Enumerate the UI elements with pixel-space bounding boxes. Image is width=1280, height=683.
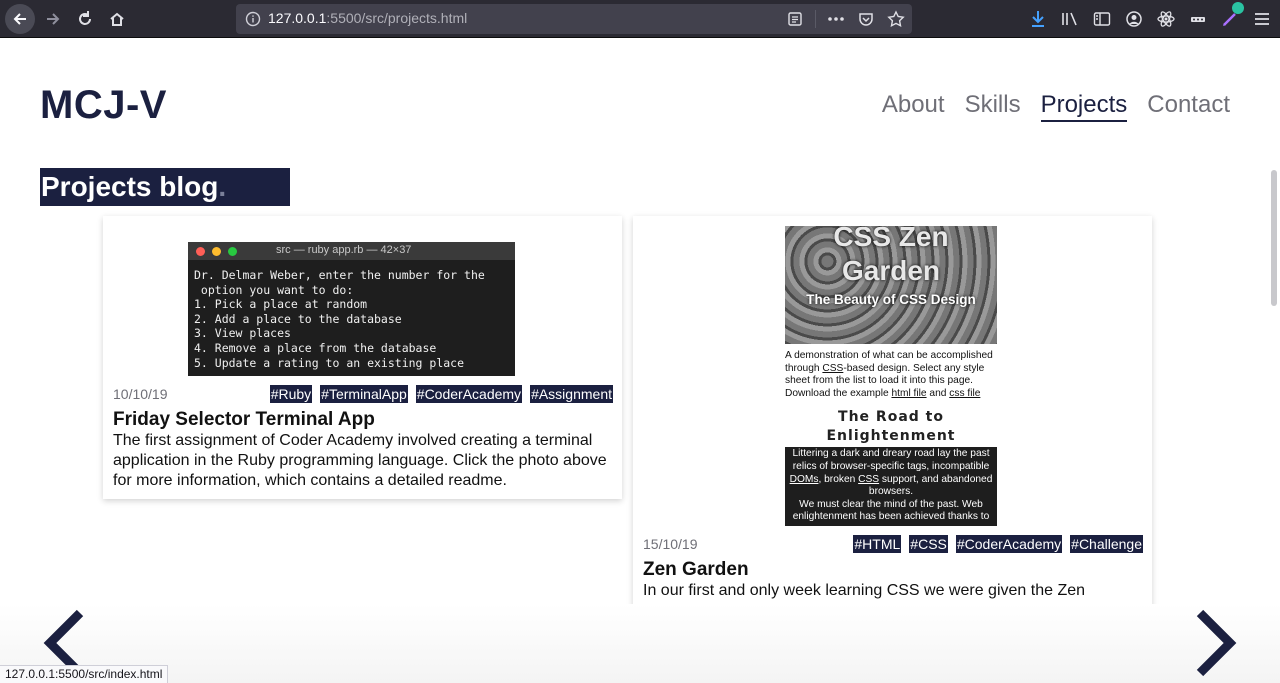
bookmark-star-icon[interactable] bbox=[886, 9, 906, 29]
terminal-output: Dr. Delmar Weber, enter the number for t… bbox=[194, 268, 485, 370]
update-badge-icon bbox=[1232, 2, 1244, 14]
post-date: 15/10/19 bbox=[643, 536, 698, 552]
page-viewport: MCJ-V About Skills Projects Contact Proj… bbox=[0, 39, 1280, 683]
post-image-terminal[interactable]: src — ruby app.rb — 42×37 Dr. Delmar Web… bbox=[188, 242, 515, 376]
post-meta: 10/10/19 #Ruby #TerminalApp #CoderAcadem… bbox=[113, 385, 613, 403]
hamburger-menu-icon[interactable] bbox=[1250, 5, 1274, 33]
zen-intro: A demonstration of what can be accomplis… bbox=[785, 350, 993, 399]
zen-dark-block: Littering a dark and dreary road lay the… bbox=[785, 447, 997, 526]
page-title-text: Projects blog bbox=[41, 171, 219, 202]
home-button[interactable] bbox=[103, 5, 131, 33]
page-title: Projects blog. bbox=[40, 168, 290, 206]
post-date: 10/10/19 bbox=[113, 386, 168, 402]
library-icon[interactable] bbox=[1058, 5, 1082, 33]
customize-icon[interactable] bbox=[1218, 2, 1244, 33]
carousel-controls-bar bbox=[0, 604, 1280, 683]
more-actions-icon[interactable] bbox=[826, 9, 846, 29]
post-tags: #Ruby #TerminalApp #CoderAcademy #Assign… bbox=[269, 385, 613, 403]
post-image-zen-garden[interactable]: CSS Zen Garden The Beauty of CSS Design … bbox=[785, 226, 997, 526]
site-logo[interactable]: MCJ-V bbox=[40, 83, 167, 128]
url-host: 127.0.0.1 bbox=[268, 10, 327, 26]
browser-toolbar: 127.0.0.1:5500/src/projects.html bbox=[0, 0, 1280, 38]
account-icon[interactable] bbox=[1122, 5, 1146, 33]
zoom-dot-icon bbox=[228, 247, 237, 256]
nav-projects[interactable]: Projects bbox=[1040, 91, 1128, 122]
post-title[interactable]: Friday Selector Terminal App bbox=[113, 409, 375, 431]
post-text: The first assignment of Coder Academy in… bbox=[113, 432, 607, 489]
tag[interactable]: #TerminalApp bbox=[320, 385, 408, 403]
terminal-title: src — ruby app.rb — 42×37 bbox=[276, 244, 412, 256]
zen-heading: CSS Zen Garden bbox=[833, 226, 949, 286]
pocket-icon[interactable] bbox=[856, 9, 876, 29]
close-dot-icon bbox=[196, 247, 205, 256]
url-bar[interactable]: 127.0.0.1:5500/src/projects.html bbox=[236, 4, 912, 34]
terminal-titlebar: src — ruby app.rb — 42×37 bbox=[188, 242, 515, 260]
minimize-dot-icon bbox=[212, 247, 221, 256]
zen-subheading: The Beauty of CSS Design bbox=[806, 292, 976, 307]
status-bar-url: 127.0.0.1:5500/src/index.html bbox=[0, 665, 169, 683]
react-devtools-icon[interactable] bbox=[1154, 5, 1178, 33]
post-meta: 15/10/19 #HTML #CSS #CoderAcademy #Chall… bbox=[643, 535, 1143, 553]
extension-menu-icon[interactable] bbox=[1186, 5, 1210, 33]
downloads-icon[interactable] bbox=[1026, 5, 1050, 33]
chevron-right-icon[interactable] bbox=[1190, 607, 1240, 679]
sidebar-icon[interactable] bbox=[1090, 5, 1114, 33]
post-card-zen-garden: CSS Zen Garden The Beauty of CSS Design … bbox=[633, 216, 1152, 616]
home-icon bbox=[110, 12, 124, 26]
nav-skills[interactable]: Skills bbox=[965, 91, 1021, 122]
info-icon[interactable] bbox=[245, 11, 261, 27]
arrow-right-icon bbox=[47, 13, 60, 25]
url-text[interactable]: 127.0.0.1:5500/src/projects.html bbox=[268, 10, 467, 26]
back-button[interactable] bbox=[5, 4, 35, 34]
zen-road-heading: The Road to Enlightenment bbox=[826, 409, 956, 445]
tag[interactable]: #CoderAcademy bbox=[415, 385, 523, 403]
tag[interactable]: #CSS bbox=[909, 535, 948, 553]
arrow-left-icon bbox=[13, 13, 26, 25]
reload-button[interactable] bbox=[71, 5, 99, 33]
nav-contact[interactable]: Contact bbox=[1147, 91, 1230, 122]
post-tags: #HTML #CSS #CoderAcademy #Challenge bbox=[853, 535, 1143, 553]
nav-about[interactable]: About bbox=[882, 91, 945, 122]
forward-button[interactable] bbox=[39, 5, 67, 33]
tag[interactable]: #HTML bbox=[853, 535, 902, 553]
tag[interactable]: #Assignment bbox=[530, 385, 613, 403]
main-nav: About Skills Projects Contact bbox=[882, 91, 1230, 122]
tag[interactable]: #Ruby bbox=[269, 385, 313, 403]
reader-view-icon[interactable] bbox=[785, 9, 805, 29]
zen-hero: CSS Zen Garden The Beauty of CSS Design bbox=[785, 226, 997, 344]
url-separator bbox=[815, 10, 816, 28]
tag[interactable]: #CoderAcademy bbox=[955, 535, 1063, 553]
tag[interactable]: #Challenge bbox=[1070, 535, 1143, 553]
post-title[interactable]: Zen Garden bbox=[643, 559, 749, 581]
page-scrollbar[interactable] bbox=[1271, 170, 1277, 306]
reload-icon bbox=[79, 11, 91, 25]
url-path: :5500/src/projects.html bbox=[326, 10, 468, 26]
post-text: In our first and only week learning CSS … bbox=[643, 582, 1086, 599]
post-card-terminal-app: src — ruby app.rb — 42×37 Dr. Delmar Web… bbox=[103, 216, 622, 499]
page-title-dot: . bbox=[218, 171, 227, 202]
